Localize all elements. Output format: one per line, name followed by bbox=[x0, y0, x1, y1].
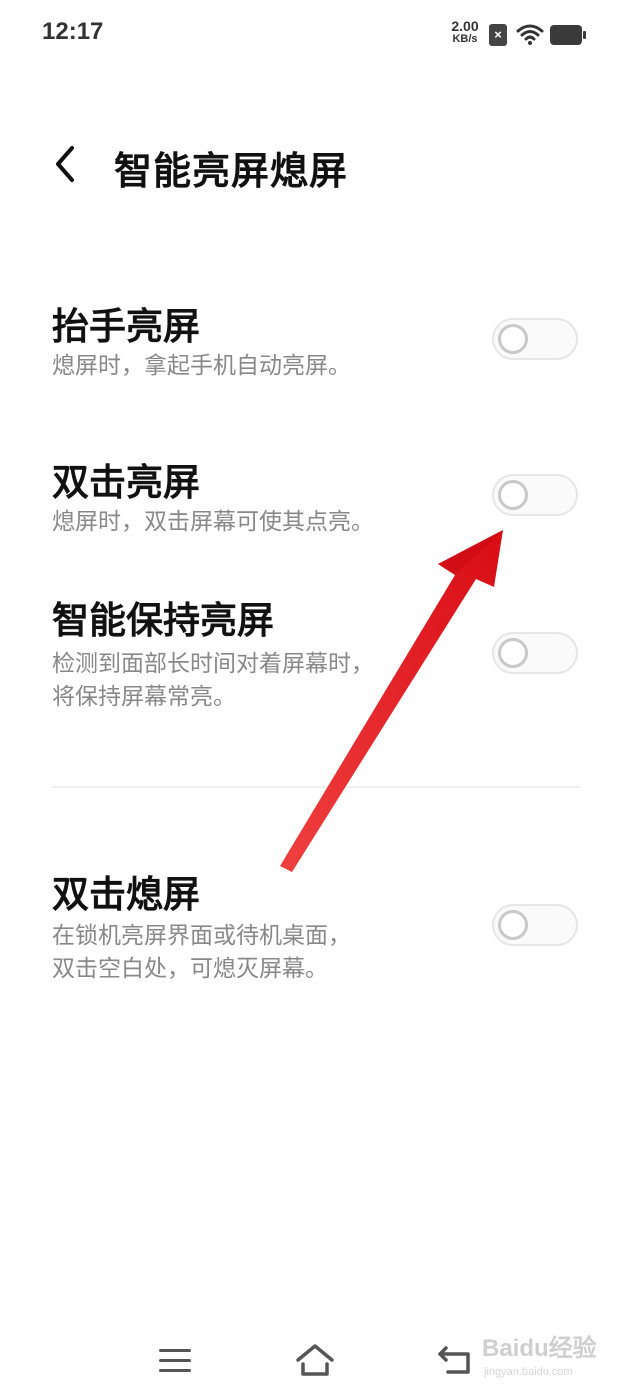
setting-title: 智能保持亮屏 bbox=[52, 599, 274, 642]
sim-off-icon: × bbox=[489, 24, 507, 46]
menu-icon[interactable] bbox=[158, 1346, 192, 1376]
setting-double-tap-sleep: 双击熄屏 在锁机亮屏界面或待机桌面， 双击空白处，可熄灭屏幕。 bbox=[0, 864, 630, 994]
wifi-icon bbox=[516, 24, 544, 45]
watermark: Baidu经验 jingyan.baidu.com bbox=[478, 1322, 628, 1382]
status-bar: 12:17 2.00 KB/s × bbox=[0, 0, 630, 70]
watermark-url: jingyan.baidu.com bbox=[484, 1366, 573, 1378]
status-time: 12:17 bbox=[42, 18, 104, 45]
toggle-switch[interactable] bbox=[492, 318, 578, 360]
toggle-knob bbox=[498, 480, 528, 510]
toggle-switch[interactable] bbox=[492, 904, 578, 946]
setting-raise-to-wake: 抬手亮屏 熄屏时，拿起手机自动亮屏。 bbox=[0, 296, 630, 396]
setting-description-line: 双击空白处，可熄灭屏幕。 bbox=[52, 956, 328, 982]
back-icon[interactable] bbox=[436, 1342, 476, 1378]
setting-description-line: 在锁机亮屏界面或待机桌面， bbox=[52, 923, 351, 949]
net-speed-unit: KB/s bbox=[452, 33, 478, 45]
setting-smart-stay-awake: 智能保持亮屏 检测到面部长时间对着屏幕时， 将保持屏幕常亮。 bbox=[0, 590, 630, 720]
chevron-left-icon[interactable] bbox=[50, 142, 80, 186]
setting-title: 双击亮屏 bbox=[52, 461, 200, 504]
page-title: 智能亮屏熄屏 bbox=[114, 149, 349, 193]
section-divider bbox=[52, 786, 580, 788]
setting-double-tap-wake: 双击亮屏 熄屏时，双击屏幕可使其点亮。 bbox=[0, 452, 630, 552]
home-icon[interactable] bbox=[294, 1340, 336, 1380]
net-speed-indicator: 2.00 KB/s bbox=[446, 18, 484, 46]
setting-description-line: 将保持屏幕常亮。 bbox=[52, 684, 236, 710]
setting-title: 双击熄屏 bbox=[52, 873, 200, 916]
setting-description-line: 检测到面部长时间对着屏幕时， bbox=[52, 651, 374, 677]
page-header: 智能亮屏熄屏 bbox=[0, 120, 630, 210]
toggle-knob bbox=[498, 638, 528, 668]
toggle-switch[interactable] bbox=[492, 474, 578, 516]
toggle-knob bbox=[498, 910, 528, 940]
setting-description: 熄屏时，双击屏幕可使其点亮。 bbox=[52, 509, 374, 535]
toggle-switch[interactable] bbox=[492, 632, 578, 674]
net-speed-value: 2.00 bbox=[451, 18, 479, 34]
setting-description: 熄屏时，拿起手机自动亮屏。 bbox=[52, 353, 351, 379]
watermark-text: Baidu经验 bbox=[482, 1335, 597, 1362]
toggle-knob bbox=[498, 324, 528, 354]
battery-icon bbox=[550, 25, 586, 45]
setting-title: 抬手亮屏 bbox=[52, 305, 200, 348]
